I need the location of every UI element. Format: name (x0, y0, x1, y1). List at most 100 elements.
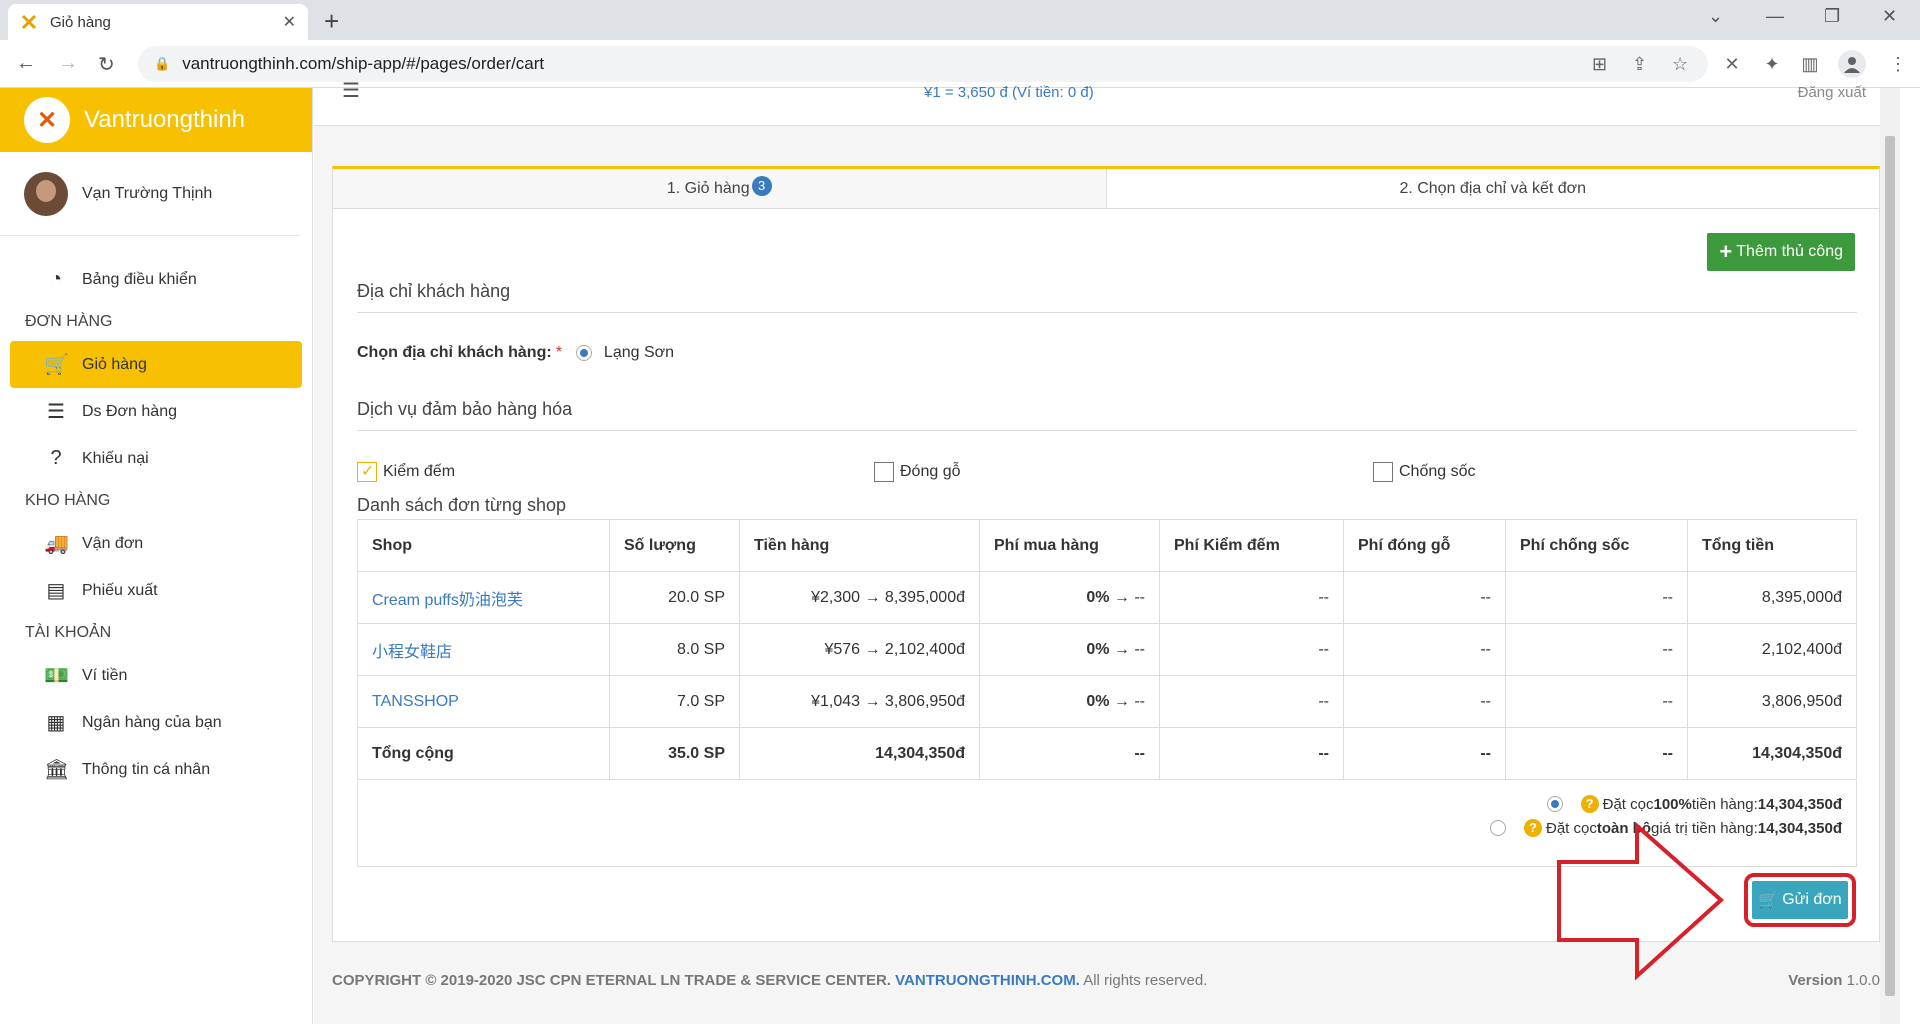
profile-avatar-icon[interactable] (1838, 50, 1866, 78)
version-label: Version (1788, 972, 1843, 989)
service-check-count[interactable]: Kiểm đếm (357, 461, 455, 482)
sidebar-item-complaints[interactable]: ? Khiếu nại (10, 435, 302, 482)
side-panel-icon[interactable]: ▥ (1796, 50, 1824, 78)
add-manual-button[interactable]: + Thêm thủ công (1707, 233, 1855, 271)
col-goods: Tiền hàng (739, 519, 980, 572)
required-mark: * (555, 344, 562, 361)
service-wood-packing[interactable]: Đóng gỗ (874, 462, 961, 482)
deposit-amount: 14,304,350đ (1757, 795, 1842, 813)
translate-icon[interactable]: ⊞ (1592, 54, 1607, 75)
shop-link[interactable]: 小程女鞋店 (357, 623, 610, 676)
menu-toggle-icon[interactable]: ☰ (342, 78, 360, 103)
sidebar-item-label: Vận đơn (82, 534, 144, 552)
fee-amount: → -- (1109, 640, 1145, 658)
address-option-label: Lạng Sơn (603, 344, 675, 361)
wood-fee-cell: -- (1343, 623, 1506, 676)
send-order-button[interactable]: 🛒 Gửi đơn (1744, 873, 1856, 927)
shop-list-heading: Danh sách đơn từng shop (357, 495, 566, 515)
fee-amount: → -- (1109, 692, 1145, 710)
address-bar[interactable]: 🔒 vantruongthinh.com/ship-app/#/pages/or… (138, 46, 1708, 82)
browser-toolbar: ← → ↻ 🔒 vantruongthinh.com/ship-app/#/pa… (0, 40, 1920, 88)
browser-tab[interactable]: Giỏ hàng ✕ (8, 4, 308, 40)
minimize-icon[interactable]: — (1766, 6, 1784, 27)
sidebar-item-bank[interactable]: ▦ Ngân hàng của bạn (10, 699, 302, 746)
forward-icon[interactable]: → (58, 52, 78, 75)
send-order-label: Gửi đơn (1782, 891, 1842, 908)
user-panel[interactable]: Vạn Trường Thịnh (0, 152, 300, 236)
checkbox[interactable] (1373, 462, 1393, 482)
bookmark-star-icon[interactable]: ☆ (1672, 54, 1688, 75)
annotation-arrow (1557, 822, 1725, 981)
sidebar-section-account: TÀI KHOẢN (25, 624, 112, 641)
sidebar-item-wallet[interactable]: 💵 Ví tiền (10, 652, 302, 699)
deposit-bold: 100% (1653, 795, 1692, 813)
scrollbar-thumb[interactable] (1885, 136, 1895, 996)
brand-name: Vantruongthinh (84, 106, 246, 133)
site-link[interactable]: VANTRUONGTHINH.COM. (895, 972, 1080, 989)
fee-percent: 0% (1086, 640, 1110, 658)
sidebar-item-label: Ví tiền (82, 666, 128, 684)
wood-fee-cell: -- (1343, 675, 1506, 728)
extension-logo-icon[interactable]: ✕ (1718, 50, 1746, 78)
checkbox[interactable] (874, 462, 894, 482)
receipt-icon: ▤ (46, 580, 66, 602)
check-fee-cell: -- (1159, 623, 1344, 676)
total-goods: 14,304,350đ (739, 727, 980, 780)
tab-close-icon[interactable]: ✕ (283, 12, 296, 32)
deposit-option-100[interactable]: ? Đặt cọc 100% tiền hàng: 14,304,350đ (1546, 795, 1842, 813)
back-icon[interactable]: ← (16, 52, 36, 75)
reload-icon[interactable]: ↻ (98, 52, 115, 77)
restore-icon[interactable]: ❐ (1824, 6, 1840, 27)
sidebar-item-order-list[interactable]: ☰ Ds Đơn hàng (10, 388, 302, 435)
total-qty: 35.0 SP (609, 727, 740, 780)
sidebar-item-waybill[interactable]: 🚚 Vận đơn (10, 520, 302, 567)
service-label: Đóng gỗ (900, 463, 961, 480)
shop-link[interactable]: Cream puffs奶油泡芙 (357, 571, 610, 624)
tab-cart[interactable]: 1. Giỏ hàng 3 (333, 169, 1107, 208)
help-icon[interactable]: ? (1523, 819, 1542, 837)
shock-fee-cell: -- (1505, 571, 1688, 624)
shop-link[interactable]: TANSSHOP (357, 675, 610, 728)
buy-fee-cell: 0% → -- (979, 571, 1160, 624)
tab-address-checkout[interactable]: 2. Chọn địa chỉ và kết đơn (1107, 169, 1880, 208)
grand-total: 14,304,350đ (1687, 727, 1857, 780)
deposit-radio[interactable] (1489, 820, 1506, 836)
share-icon[interactable]: ⇪ (1632, 54, 1647, 75)
logout-link[interactable]: Đăng xuất (1798, 84, 1866, 101)
bank-icon: 🏛 (44, 759, 70, 781)
deposit-radio[interactable] (1546, 796, 1563, 812)
service-shockproof[interactable]: Chống sốc (1373, 462, 1476, 482)
table-total-row: Tổng cộng 35.0 SP 14,304,350đ -- -- -- -… (357, 727, 1857, 780)
sidebar-item-export-slip[interactable]: ▤ Phiếu xuất (10, 567, 302, 614)
sidebar-item-cart[interactable]: 🛒 Giỏ hàng (10, 341, 302, 388)
version-info: Version 1.0.0 (1788, 972, 1880, 989)
goods-cell: ¥576 → 2,102,400đ (739, 623, 980, 676)
services-heading: Dịch vụ đảm bảo hàng hóa (357, 399, 1857, 431)
tab-cart-label: 1. Giỏ hàng (666, 179, 750, 197)
col-check-fee: Phí Kiểm đếm (1159, 519, 1344, 572)
help-icon[interactable]: ? (1580, 795, 1599, 813)
col-shock-fee: Phí chống sốc (1505, 519, 1688, 572)
tab-address-label: 2. Chọn địa chỉ và kết đơn (1399, 179, 1587, 197)
new-tab-icon[interactable]: + (324, 6, 339, 37)
dashboard-icon: ◔ (49, 268, 63, 290)
page-scrollbar[interactable] (1880, 88, 1900, 1024)
site-favicon-icon (20, 13, 38, 31)
sidebar-item-label: Thông tin cá nhân (82, 760, 211, 778)
sidebar-item-label: Ds Đơn hàng (82, 402, 177, 420)
chrome-menu-icon[interactable]: ⋮ (1884, 50, 1912, 78)
goods-cell: ¥1,043 → 3,806,950đ (739, 675, 980, 728)
close-window-icon[interactable]: ✕ (1882, 6, 1897, 27)
sidebar-item-label: Ngân hàng của bạn (82, 713, 222, 731)
extensions-puzzle-icon[interactable]: ✦ (1758, 50, 1786, 78)
sidebar-item-profile[interactable]: 🏛 Thông tin cá nhân (10, 746, 302, 793)
address-radio[interactable] (575, 345, 592, 361)
tab-search-icon[interactable]: ⌄ (1708, 6, 1723, 27)
list-icon: ☰ (47, 401, 65, 423)
calendar-icon: ▦ (46, 712, 66, 734)
sidebar-item-label: Phiếu xuất (82, 581, 158, 599)
checkbox[interactable] (357, 461, 377, 482)
brand-header[interactable]: ✕ Vantruongthinh (0, 88, 312, 152)
col-buy-fee: Phí mua hàng (979, 519, 1160, 572)
sidebar-item-dashboard[interactable]: ◔ Bảng điều khiển (10, 256, 302, 303)
